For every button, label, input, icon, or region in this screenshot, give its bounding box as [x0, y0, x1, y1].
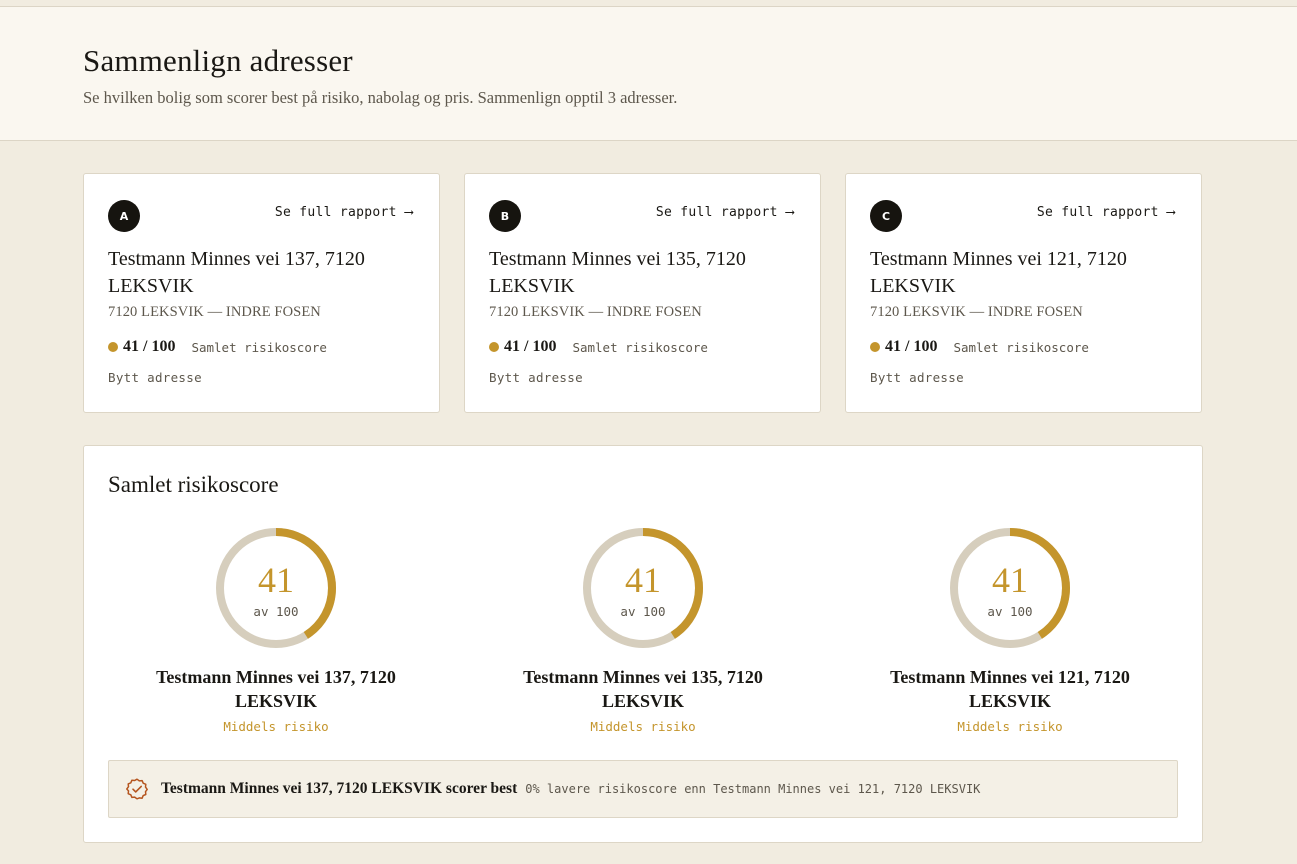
gauge-address: Testmann Minnes vei 137, 7120 LEKSVIK [156, 667, 396, 711]
score-dot-icon [870, 342, 880, 352]
full-report-link[interactable]: Se full rapport ⟶ [1037, 205, 1175, 220]
score-value: 41 / 100 [504, 338, 557, 355]
overall-score-panel: Samlet risikoscore 41 av 100 Testmann Mi… [83, 445, 1203, 843]
address-card-a: A Se full rapport ⟶ Testmann Minnes vei … [83, 173, 440, 413]
page-header: Sammenlign adresser Se hvilken bolig som… [0, 6, 1297, 141]
gauge-address: Testmann Minnes vei 135, 7120 LEKSVIK [523, 667, 763, 711]
score-value: 41 / 100 [885, 338, 938, 355]
gauge-of: av 100 [987, 604, 1033, 619]
card-address: Testmann Minnes vei 137, 7120 LEKSVIK [108, 248, 365, 297]
address-card-c: C Se full rapport ⟶ Testmann Minnes vei … [845, 173, 1202, 413]
address-badge: C [870, 200, 902, 232]
card-region: 7120 LEKSVIK — INDRE FOSEN [870, 304, 1083, 320]
panel-title: Samlet risikoscore [108, 472, 279, 497]
best-score-detail: 0% lavere risikoscore enn Testmann Minne… [525, 782, 981, 796]
gauge-risk-level: Middels risiko [223, 719, 329, 734]
score-label: Samlet risikoscore [572, 339, 708, 355]
card-address: Testmann Minnes vei 135, 7120 LEKSVIK [489, 248, 746, 297]
gauge-risk-level: Middels risiko [590, 719, 696, 734]
score-gauge-b: 41 av 100 Testmann Minnes vei 135, 7120 … [493, 526, 793, 746]
gauge-value: 41 [992, 560, 1028, 600]
score-label: Samlet risikoscore [953, 339, 1089, 355]
score-row: 41 / 100 Samlet risikoscore [489, 337, 708, 357]
card-region: 7120 LEKSVIK — INDRE FOSEN [489, 304, 702, 320]
gauge-value: 41 [625, 560, 661, 600]
gauge-of: av 100 [253, 604, 299, 619]
score-row: 41 / 100 Samlet risikoscore [870, 337, 1089, 357]
gauge-address: Testmann Minnes vei 121, 7120 LEKSVIK [890, 667, 1130, 711]
address-badge: A [108, 200, 140, 232]
page-subtitle: Se hvilken bolig som scorer best på risi… [83, 88, 678, 107]
full-report-link[interactable]: Se full rapport ⟶ [275, 205, 413, 220]
change-address-link[interactable]: Bytt adresse [489, 370, 583, 385]
score-gauge-c: 41 av 100 Testmann Minnes vei 121, 7120 … [860, 526, 1160, 746]
card-region: 7120 LEKSVIK — INDRE FOSEN [108, 304, 321, 320]
best-score-banner: Testmann Minnes vei 137, 7120 LEKSVIK sc… [108, 760, 1178, 818]
card-address: Testmann Minnes vei 121, 7120 LEKSVIK [870, 248, 1127, 297]
score-value: 41 / 100 [123, 338, 176, 355]
address-card-b: B Se full rapport ⟶ Testmann Minnes vei … [464, 173, 821, 413]
best-score-text: Testmann Minnes vei 137, 7120 LEKSVIK sc… [161, 780, 518, 797]
score-gauge-a: 41 av 100 Testmann Minnes vei 137, 7120 … [126, 526, 426, 746]
score-dot-icon [489, 342, 499, 352]
score-label: Samlet risikoscore [191, 339, 327, 355]
address-badge: B [489, 200, 521, 232]
change-address-link[interactable]: Bytt adresse [870, 370, 964, 385]
check-badge-icon [126, 778, 148, 800]
score-dot-icon [108, 342, 118, 352]
score-row: 41 / 100 Samlet risikoscore [108, 337, 327, 357]
gauge-risk-level: Middels risiko [957, 719, 1063, 734]
page-title: Sammenlign adresser [83, 43, 353, 78]
full-report-link[interactable]: Se full rapport ⟶ [656, 205, 794, 220]
change-address-link[interactable]: Bytt adresse [108, 370, 202, 385]
gauge-of: av 100 [620, 604, 666, 619]
gauge-value: 41 [258, 560, 294, 600]
